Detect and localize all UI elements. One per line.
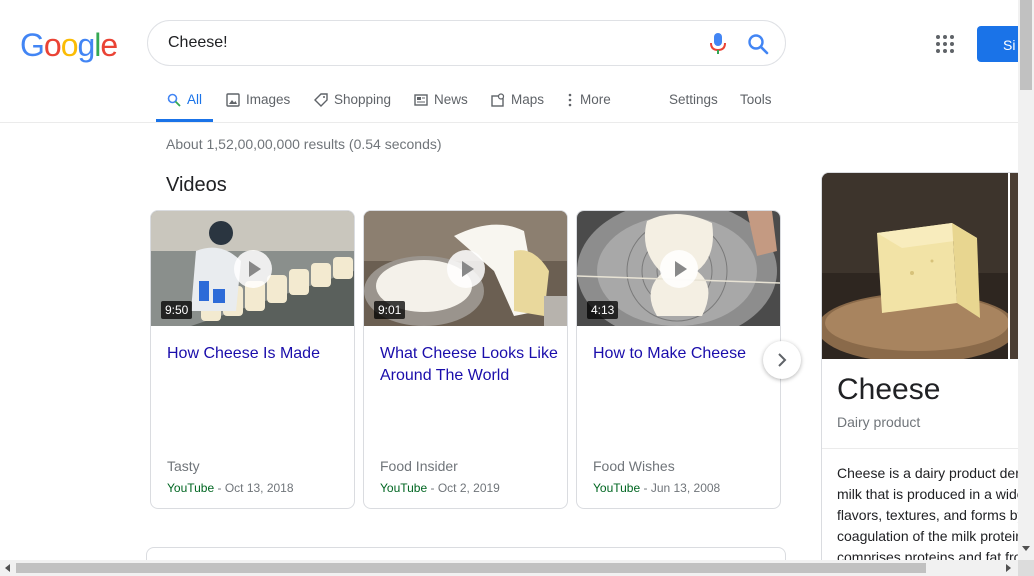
- logo-letter: o: [60, 27, 79, 63]
- carousel-next-button[interactable]: [763, 341, 801, 379]
- video-duration: 9:01: [374, 301, 406, 319]
- tab-label: Maps: [511, 92, 545, 107]
- logo-letter: o: [43, 27, 62, 63]
- tab-label: News: [434, 92, 468, 107]
- video-thumbnail[interactable]: 9:01: [364, 211, 567, 326]
- search-box[interactable]: Cheese!: [147, 20, 786, 66]
- horizontal-scrollbar[interactable]: [0, 560, 1018, 576]
- tab-maps[interactable]: Maps: [491, 92, 544, 122]
- cheese-image: [822, 173, 1008, 359]
- scroll-down-arrow-icon[interactable]: [1022, 546, 1030, 551]
- image-icon: [226, 93, 240, 107]
- video-source: Food Wishes: [593, 458, 675, 474]
- map-icon: [491, 93, 505, 107]
- microphone-icon[interactable]: [710, 33, 726, 55]
- play-icon[interactable]: [447, 250, 485, 288]
- search-tabs: All Images Shopping News Maps More Setti…: [0, 78, 1018, 123]
- knowledge-panel: Mo Cheese Dairy product Cheese is a dair…: [821, 172, 1034, 576]
- divider: [822, 448, 1034, 449]
- chevron-right-icon: [778, 353, 787, 367]
- kp-subtitle: Dairy product: [837, 414, 921, 430]
- vertical-scrollbar[interactable]: [1018, 0, 1034, 576]
- video-source: Tasty: [167, 458, 200, 474]
- scrollbar-thumb[interactable]: [16, 563, 926, 573]
- logo-letter: e: [100, 27, 118, 63]
- video-platform: YouTube: [167, 481, 215, 495]
- video-card[interactable]: 9:01 What Cheese Looks Like Around The W…: [363, 210, 568, 509]
- videos-heading: Videos: [166, 174, 227, 196]
- video-platform: YouTube: [380, 481, 428, 495]
- tag-icon: [314, 93, 328, 107]
- video-title[interactable]: How Cheese Is Made: [167, 343, 347, 365]
- tab-label: More: [580, 92, 611, 107]
- scroll-right-arrow-icon[interactable]: [1006, 564, 1011, 572]
- search-icon[interactable]: [746, 32, 770, 56]
- search-input[interactable]: Cheese!: [168, 34, 228, 52]
- logo-letter: G: [20, 27, 45, 63]
- tab-shopping[interactable]: Shopping: [314, 92, 391, 122]
- search-icon: [167, 93, 181, 107]
- video-meta: YouTube - Jun 13, 2008: [593, 481, 720, 495]
- tab-all[interactable]: All: [167, 92, 202, 122]
- video-platform: YouTube: [593, 481, 641, 495]
- kp-title: Cheese: [837, 373, 941, 406]
- tab-label: All: [187, 92, 203, 107]
- video-meta: YouTube - Oct 2, 2019: [380, 481, 500, 495]
- video-date: - Jun 13, 2008: [640, 481, 721, 495]
- kp-main-image[interactable]: [822, 173, 1008, 359]
- more-vert-icon: [568, 93, 572, 107]
- result-stats: About 1,52,00,00,000 results (0.54 secon…: [166, 136, 442, 152]
- google-logo[interactable]: Google: [20, 27, 118, 64]
- scrollbar-thumb[interactable]: [1020, 0, 1032, 90]
- logo-letter: g: [77, 27, 95, 63]
- tab-news[interactable]: News: [414, 92, 468, 122]
- video-card[interactable]: 4:13 How to Make Cheese Food Wishes YouT…: [576, 210, 781, 509]
- scrollbar-corner: [1018, 560, 1034, 576]
- apps-grid-icon[interactable]: [936, 35, 954, 53]
- scroll-left-arrow-icon[interactable]: [5, 564, 10, 572]
- video-duration: 4:13: [587, 301, 619, 319]
- tab-label: Shopping: [334, 92, 392, 107]
- tab-more[interactable]: More: [567, 92, 611, 122]
- tools-link[interactable]: Tools: [740, 92, 772, 122]
- video-source: Food Insider: [380, 458, 458, 474]
- settings-link[interactable]: Settings: [669, 92, 718, 122]
- video-thumbnail[interactable]: 4:13: [577, 211, 780, 326]
- video-thumbnail[interactable]: 9:50: [151, 211, 354, 326]
- video-meta: YouTube - Oct 13, 2018: [167, 481, 294, 495]
- video-date: - Oct 2, 2019: [427, 481, 500, 495]
- tab-label: Images: [246, 92, 291, 107]
- play-icon[interactable]: [234, 250, 272, 288]
- video-title[interactable]: How to Make Cheese: [593, 343, 773, 365]
- news-icon: [414, 94, 428, 106]
- play-icon[interactable]: [660, 250, 698, 288]
- kp-description: Cheese is a dairy product derived from m…: [837, 465, 1034, 565]
- tab-images[interactable]: Images: [226, 92, 290, 122]
- video-title[interactable]: What Cheese Looks Like Around The World: [380, 343, 560, 387]
- active-tab-indicator: [156, 119, 213, 122]
- video-date: - Oct 13, 2018: [214, 481, 294, 495]
- video-card[interactable]: 9:50 How Cheese Is Made Tasty YouTube - …: [150, 210, 355, 509]
- video-duration: 9:50: [161, 301, 193, 319]
